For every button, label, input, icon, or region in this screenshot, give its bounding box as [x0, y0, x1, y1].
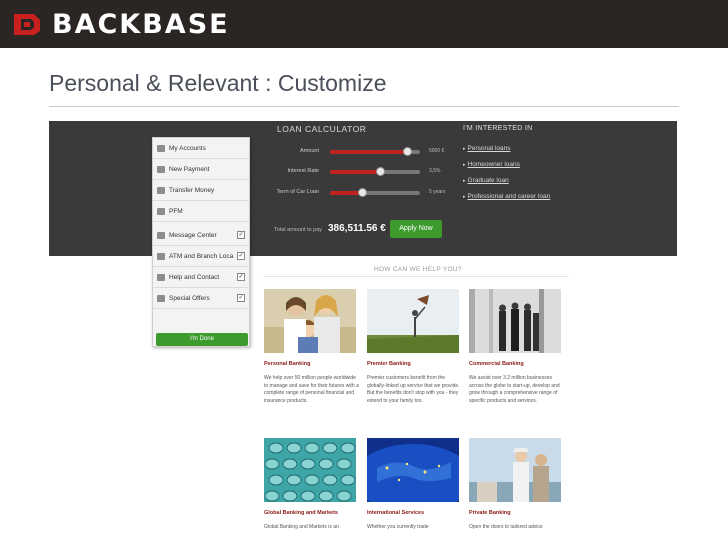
menu-item-atm-branch[interactable]: ATM and Branch Loca ✓ — [153, 246, 249, 267]
interest-link-homeowner-loans[interactable]: Homeowner loans — [463, 161, 520, 168]
card-title-premier[interactable]: Premier Banking — [367, 361, 411, 367]
term-slider-fill — [330, 191, 362, 195]
total-label: Total amount to pay — [274, 227, 323, 233]
card-text-international: Whether you currently trade — [367, 524, 429, 530]
card-text-private: Open the doors to tailored advice — [469, 524, 543, 530]
menu-item-label: New Payment — [169, 165, 210, 173]
menu-item-label: My Accounts — [169, 144, 206, 152]
interest-link-graduate-loan[interactable]: Graduate loan — [463, 177, 509, 184]
message-icon — [157, 231, 165, 239]
menu-item-message-center[interactable]: Message Center ✓ — [153, 225, 249, 246]
menu-item-transfer-money[interactable]: Transfer Money — [153, 180, 249, 201]
menu-item-label: PFM — [169, 207, 183, 215]
card-title-commercial[interactable]: Commercial Banking — [469, 361, 524, 367]
menu-item-label: Special Offers — [169, 294, 210, 302]
apply-now-button[interactable]: Apply Now — [390, 220, 442, 238]
header-bar: BACKBASE — [0, 0, 728, 48]
card-text-premier: Premier customers benefit from the globa… — [367, 375, 460, 404]
menu-item-label: Help and Contact — [169, 273, 220, 281]
loan-calculator-title: LOAN CALCULATOR — [277, 124, 367, 134]
global-banking-image — [264, 438, 356, 502]
done-button[interactable]: I'm Done — [156, 333, 248, 346]
amount-value: 5000 € — [429, 148, 445, 154]
menu-item-checkbox[interactable]: ✓ — [237, 273, 245, 281]
total-value: 386,511.56 € — [328, 223, 386, 234]
card-title-private[interactable]: Private Banking — [469, 510, 511, 516]
help-icon — [157, 273, 165, 281]
menu-item-label: Transfer Money — [169, 186, 215, 194]
help-section-title: HOW CAN WE HELP YOU? — [374, 266, 462, 273]
menu-item-special-offers[interactable]: Special Offers ✓ — [153, 288, 249, 309]
interest-link-personal-loans[interactable]: Personal loans — [463, 145, 511, 152]
rate-value: 3,5% — [429, 168, 441, 174]
amount-slider-fill — [330, 150, 407, 154]
title-divider — [49, 106, 679, 107]
interest-link-professional-loan[interactable]: Professional and career loan — [463, 193, 551, 200]
menu-item-my-accounts[interactable]: My Accounts — [153, 138, 249, 159]
menu-item-new-payment[interactable]: New Payment — [153, 159, 249, 180]
commercial-banking-image — [469, 289, 561, 353]
page-title: Personal & Relevant : Customize — [49, 70, 387, 96]
menu-item-help-contact[interactable]: Help and Contact ✓ — [153, 267, 249, 288]
card-text-personal: We help over 50 million people worldwide… — [264, 375, 359, 404]
term-slider[interactable] — [330, 188, 420, 197]
backbase-logo-icon — [14, 14, 40, 35]
offers-icon — [157, 294, 165, 302]
menu-item-pfm[interactable]: PFM — [153, 201, 249, 222]
rate-slider-knob[interactable] — [375, 167, 385, 176]
card-text-global: Global Banking and Markets is an — [264, 524, 339, 530]
brand-name: BACKBASE — [52, 9, 230, 40]
international-services-image — [367, 438, 459, 502]
amount-slider[interactable] — [330, 147, 420, 156]
term-slider-knob[interactable] — [357, 188, 367, 197]
term-value: 5 years — [429, 189, 446, 195]
card-title-international[interactable]: International Services — [367, 510, 424, 516]
menu-item-checkbox[interactable]: ✓ — [237, 252, 245, 260]
menu-item-label: Message Center — [169, 231, 217, 239]
premier-banking-image — [367, 289, 459, 353]
menu-item-label: ATM and Branch Loca — [169, 252, 234, 260]
card-title-global[interactable]: Global Banking and Markets — [264, 510, 338, 516]
interests-title: I'M INTERESTED IN — [463, 125, 533, 132]
payment-icon — [157, 165, 165, 173]
amount-slider-knob[interactable] — [402, 147, 412, 156]
rate-slider[interactable] — [330, 167, 420, 176]
help-divider — [263, 276, 569, 277]
personal-banking-image — [264, 289, 356, 353]
rate-slider-fill — [330, 170, 380, 174]
banking-screenshot: LOAN CALCULATOR Amount 5000 € Interest R… — [49, 121, 677, 546]
menu-item-checkbox[interactable]: ✓ — [237, 294, 245, 302]
card-text-commercial: We assist over 3.2 million businesses ac… — [469, 375, 560, 404]
customize-menu: My Accounts New Payment Transfer Money P… — [152, 137, 250, 347]
menu-item-checkbox[interactable]: ✓ — [237, 231, 245, 239]
atm-icon — [157, 252, 165, 260]
accounts-icon — [157, 144, 165, 152]
transfer-icon — [157, 186, 165, 194]
card-title-personal[interactable]: Personal Banking — [264, 361, 310, 367]
private-banking-image — [469, 438, 561, 502]
pfm-icon — [157, 207, 165, 215]
